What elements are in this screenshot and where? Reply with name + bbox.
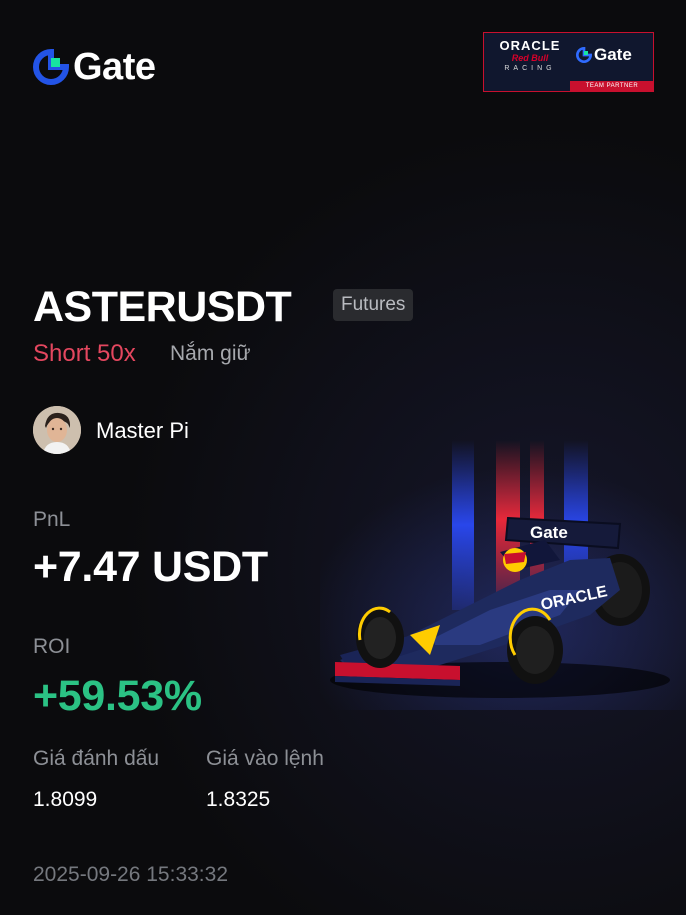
partner-gate-logo: Gate <box>576 45 632 65</box>
gate-logo-icon <box>576 47 592 63</box>
brand-name: Gate <box>73 46 156 88</box>
pnl-value: +7.47 USDT <box>33 543 268 591</box>
position-status: Nắm giữ <box>170 342 251 365</box>
pnl-label: PnL <box>33 508 71 531</box>
team-partner-strip: TEAM PARTNER <box>570 81 654 92</box>
entry-price-value: 1.8325 <box>206 788 271 811</box>
avatar <box>33 406 81 454</box>
user-avatar <box>33 406 81 454</box>
share-card: Gate ORACLE Red Bull RACING Gate TEAM PA… <box>0 0 686 915</box>
username: Master Pi <box>96 418 189 443</box>
racing-text: RACING <box>504 65 556 72</box>
oracle-redbull-logo: ORACLE Red Bull RACING <box>490 39 570 73</box>
entry-price-label: Giá vào lệnh <box>206 747 324 770</box>
timestamp: 2025-09-26 15:33:32 <box>33 863 228 886</box>
position-side: Short 50x <box>33 340 136 367</box>
gate-logo-icon <box>33 49 69 85</box>
partner-gate-text: Gate <box>594 45 632 64</box>
car-wing-text: Gate <box>530 523 568 542</box>
roi-label: ROI <box>33 635 71 658</box>
gate-logo: Gate <box>33 46 156 88</box>
oracle-text: ORACLE <box>499 38 561 53</box>
roi-value: +59.53% <box>33 672 202 720</box>
mark-price-label: Giá đánh dấu <box>33 747 160 770</box>
partner-badge: ORACLE Red Bull RACING Gate TEAM PARTNER <box>483 32 654 92</box>
f1-car-image: Gate ORACLE <box>320 440 686 710</box>
contract-symbol: ASTERUSDT <box>33 283 292 331</box>
redbull-text: Red Bull <box>511 53 549 63</box>
mark-price-value: 1.8099 <box>33 788 98 811</box>
futures-tag: Futures <box>333 289 414 321</box>
